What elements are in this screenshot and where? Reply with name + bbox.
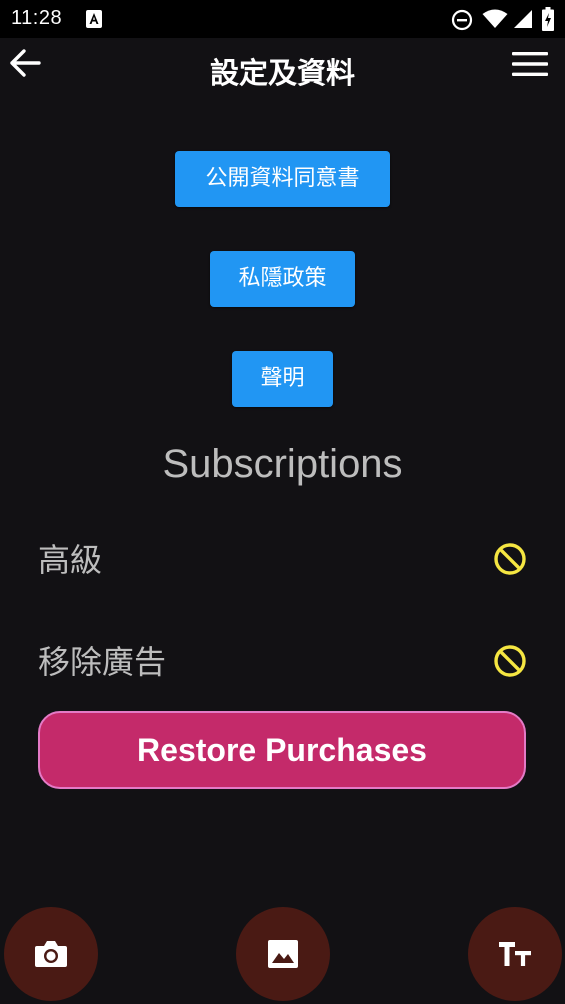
restore-purchases-button[interactable]: Restore Purchases — [38, 711, 526, 789]
wifi-icon — [482, 9, 508, 33]
subscription-label: 移除廣告 — [38, 643, 167, 681]
text-size-button[interactable] — [468, 907, 562, 1001]
not-subscribed-icon — [492, 541, 528, 577]
accessibility-icon — [86, 10, 102, 32]
subscriptions-title: Subscriptions — [162, 442, 403, 486]
status-time: 11:28 — [11, 7, 63, 29]
image-button[interactable] — [236, 907, 330, 1001]
hamburger-menu-icon — [512, 52, 548, 76]
subscription-label: 高級 — [38, 541, 103, 579]
subscription-row-premium[interactable]: 高級 — [38, 529, 528, 589]
do-not-disturb-icon — [451, 9, 473, 35]
menu-button[interactable] — [511, 49, 549, 79]
status-bar: 11:28 — [0, 0, 565, 38]
camera-button[interactable] — [4, 907, 98, 1001]
text-size-icon — [499, 942, 531, 966]
signal-icon — [513, 9, 533, 33]
image-icon — [268, 940, 298, 968]
battery-icon — [542, 7, 554, 35]
disclaimer-button[interactable]: 聲明 — [232, 351, 333, 407]
camera-icon — [35, 941, 67, 967]
consent-form-button[interactable]: 公開資料同意書 — [175, 151, 390, 207]
app-bar: 設定及資料 — [0, 38, 565, 100]
subscription-row-remove-ads[interactable]: 移除廣告 — [38, 631, 528, 691]
privacy-policy-button[interactable]: 私隱政策 — [210, 251, 355, 307]
not-subscribed-icon — [492, 643, 528, 679]
page-title: 設定及資料 — [209, 56, 355, 90]
